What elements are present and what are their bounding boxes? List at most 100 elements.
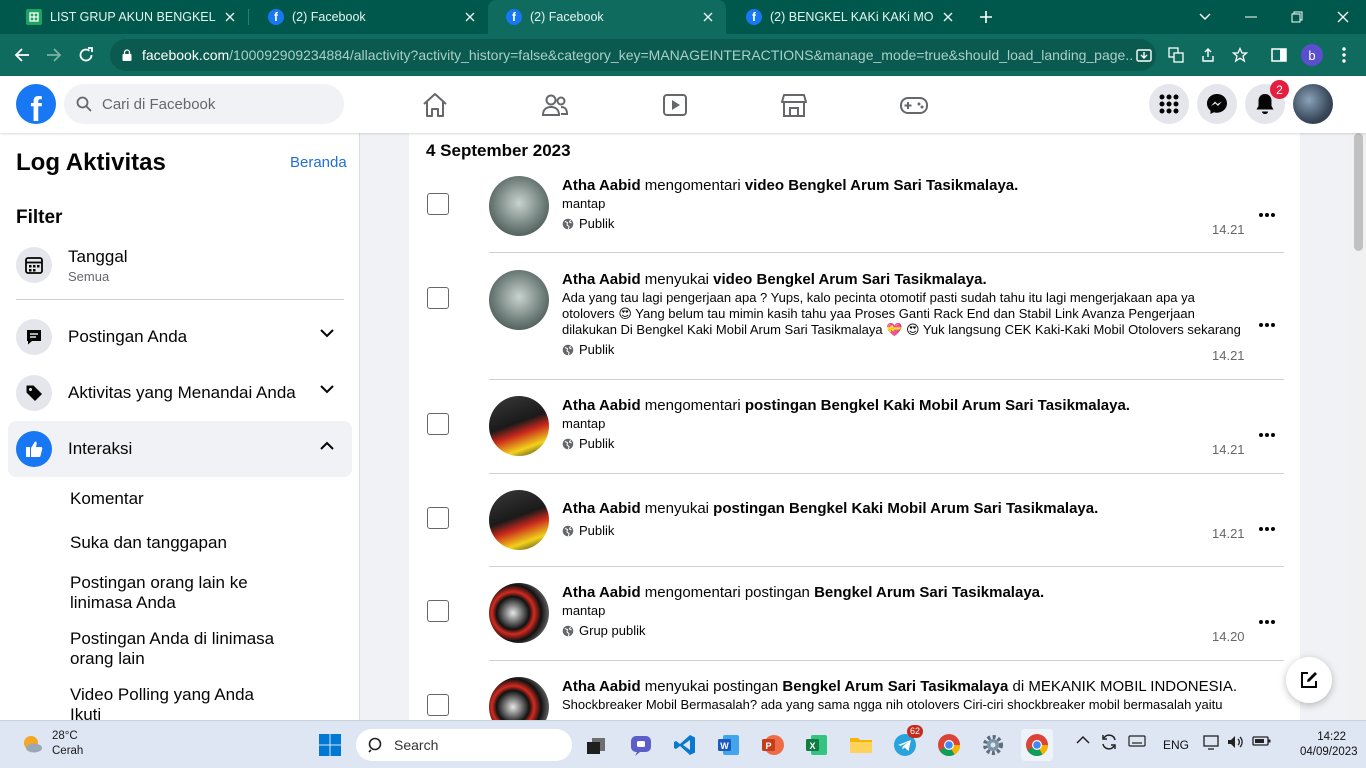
more-options-icon[interactable] bbox=[1257, 425, 1277, 445]
install-app-icon[interactable] bbox=[1128, 34, 1160, 76]
vscode-icon[interactable] bbox=[669, 729, 701, 761]
chrome-icon[interactable] bbox=[933, 729, 965, 761]
home-icon bbox=[421, 91, 449, 119]
activity-thumbnail[interactable] bbox=[489, 270, 549, 330]
activity-time: 14.21 bbox=[1212, 222, 1245, 237]
compose-icon bbox=[1299, 670, 1319, 690]
select-checkbox[interactable] bbox=[427, 507, 449, 529]
tab-close-icon[interactable] bbox=[700, 9, 716, 25]
task-view-icon[interactable] bbox=[580, 729, 612, 761]
chrome-profile-icon[interactable] bbox=[1021, 729, 1053, 761]
bookmark-star-icon[interactable] bbox=[1224, 34, 1256, 76]
back-arrow-icon[interactable] bbox=[6, 34, 38, 76]
url-text[interactable]: facebook.com/100092909234884/allactivity… bbox=[142, 47, 1132, 63]
more-options-icon[interactable] bbox=[1257, 519, 1277, 539]
page-scrollbar[interactable] bbox=[1351, 133, 1366, 720]
powerpoint-icon[interactable]: P bbox=[757, 729, 789, 761]
excel-icon[interactable]: X bbox=[801, 729, 833, 761]
browser-tab[interactable]: LIST GRUP AKUN BENGKEL TASIKMALAYA bbox=[8, 0, 248, 34]
lock-icon[interactable] bbox=[122, 49, 132, 61]
select-checkbox[interactable] bbox=[427, 600, 449, 622]
keyboard-icon[interactable] bbox=[1128, 734, 1146, 748]
nav-watch[interactable] bbox=[620, 76, 730, 133]
select-checkbox[interactable] bbox=[427, 193, 449, 215]
home-link[interactable]: Beranda bbox=[290, 154, 347, 171]
date-filter[interactable]: Tanggal Semua bbox=[8, 236, 352, 294]
browser-tab[interactable]: f (2) BENGKEL KAKi KAKi MOBiL MANTAP bbox=[728, 0, 966, 34]
sync-icon[interactable] bbox=[1100, 733, 1118, 751]
browser-menu-icon[interactable] bbox=[1328, 34, 1360, 76]
search-icon bbox=[368, 737, 384, 753]
activity-thumbnail[interactable] bbox=[489, 490, 549, 550]
section-aktivitas-menandai[interactable]: Aktivitas yang Menandai Anda bbox=[8, 365, 352, 421]
taskbar-search[interactable]: Search bbox=[356, 729, 572, 761]
minimize-button[interactable] bbox=[1228, 0, 1274, 34]
weather-widget[interactable]: 28°C Cerah bbox=[20, 729, 83, 759]
messenger-button[interactable] bbox=[1197, 84, 1237, 124]
more-options-icon[interactable] bbox=[1257, 315, 1277, 335]
translate-icon[interactable] bbox=[1160, 34, 1192, 76]
facebook-logo[interactable]: f bbox=[16, 84, 56, 124]
activity-thumbnail[interactable] bbox=[489, 583, 549, 643]
word-icon[interactable]: W bbox=[713, 729, 745, 761]
new-tab-button[interactable] bbox=[968, 0, 1004, 34]
chevron-up-icon[interactable] bbox=[1076, 735, 1090, 745]
chevron-down-icon[interactable] bbox=[320, 385, 334, 394]
sidebar-toggle-icon[interactable] bbox=[1263, 34, 1295, 76]
telegram-icon[interactable]: 62 bbox=[889, 725, 924, 761]
select-checkbox[interactable] bbox=[427, 413, 449, 435]
tab-search-chevron-icon[interactable] bbox=[1182, 0, 1228, 34]
scrollbar-thumb[interactable] bbox=[1354, 133, 1363, 251]
file-explorer-icon[interactable] bbox=[845, 729, 877, 761]
search-input[interactable] bbox=[102, 95, 322, 113]
taskbar-clock[interactable]: 14:22 04/09/2023 bbox=[1300, 730, 1358, 760]
more-options-icon[interactable] bbox=[1257, 612, 1277, 632]
tab-title: (2) Facebook bbox=[292, 10, 366, 24]
forward-arrow-icon[interactable] bbox=[38, 34, 70, 76]
select-checkbox[interactable] bbox=[427, 694, 449, 716]
sidebar-subitem-komentar[interactable]: Komentar bbox=[70, 489, 144, 509]
share-icon[interactable] bbox=[1192, 34, 1224, 76]
teams-chat-icon[interactable] bbox=[625, 729, 657, 761]
chevron-up-icon[interactable] bbox=[320, 441, 334, 450]
activity-thumbnail[interactable] bbox=[489, 176, 549, 236]
activity-thumbnail[interactable] bbox=[489, 677, 549, 720]
clock-date: 04/09/2023 bbox=[1300, 746, 1358, 758]
sidebar-subitem-postingan-ke-linimasa[interactable]: Postingan orang lain ke linimasa Anda bbox=[70, 573, 270, 613]
volume-icon[interactable] bbox=[1226, 733, 1244, 751]
select-checkbox[interactable] bbox=[427, 287, 449, 309]
address-bar[interactable]: facebook.com/100092909234884/allactivity… bbox=[110, 39, 1156, 71]
facebook-search[interactable] bbox=[64, 84, 344, 124]
reload-icon[interactable] bbox=[70, 34, 102, 76]
tab-close-icon[interactable] bbox=[462, 9, 478, 25]
battery-icon[interactable] bbox=[1252, 734, 1272, 748]
tab-close-icon[interactable] bbox=[222, 9, 238, 25]
browser-tab-active[interactable]: f (2) Facebook bbox=[488, 0, 726, 34]
sidebar-subitem-postingan-di-linimasa-lain[interactable]: Postingan Anda di linimasa orang lain bbox=[70, 629, 290, 669]
section-interaksi[interactable]: Interaksi bbox=[8, 421, 352, 477]
browser-tab[interactable]: f (2) Facebook bbox=[250, 0, 488, 34]
nav-gaming[interactable] bbox=[859, 76, 969, 133]
profile-button[interactable]: b bbox=[1296, 34, 1328, 76]
new-message-button[interactable] bbox=[1286, 657, 1332, 703]
language-indicator[interactable]: ENG bbox=[1163, 738, 1189, 752]
chevron-down-icon[interactable] bbox=[320, 329, 334, 338]
account-avatar[interactable] bbox=[1293, 84, 1333, 124]
close-window-button[interactable] bbox=[1320, 0, 1366, 34]
sidebar-title: Log Aktivitas bbox=[16, 149, 166, 176]
tab-close-icon[interactable] bbox=[940, 9, 956, 25]
nav-friends[interactable] bbox=[500, 76, 610, 133]
restore-button[interactable] bbox=[1274, 0, 1320, 34]
sidebar-subitem-suka[interactable]: Suka dan tanggapan bbox=[70, 533, 227, 553]
windows-start-icon[interactable] bbox=[314, 729, 346, 761]
settings-gear-icon[interactable] bbox=[977, 729, 1009, 761]
network-icon[interactable] bbox=[1202, 733, 1220, 751]
activity-thumbnail[interactable] bbox=[489, 396, 549, 456]
audience: Publik bbox=[562, 523, 1242, 539]
menu-button[interactable] bbox=[1149, 84, 1189, 124]
more-options-icon[interactable] bbox=[1257, 205, 1277, 225]
section-postingan-anda[interactable]: Postingan Anda bbox=[8, 309, 352, 365]
nav-home[interactable] bbox=[380, 76, 490, 133]
nav-marketplace[interactable] bbox=[739, 76, 849, 133]
sidebar-subitem-video-polling[interactable]: Video Polling yang Anda Ikuti bbox=[70, 685, 270, 720]
